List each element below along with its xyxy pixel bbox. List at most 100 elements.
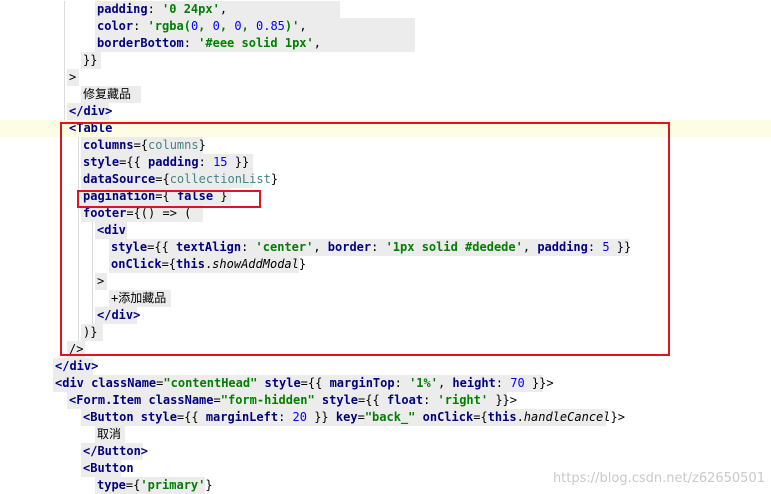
code-line[interactable]: color: 'rgba(0, 0, 0, 0.85)', xyxy=(0,18,771,35)
code-text: <Form.Item className="form-hidden" style… xyxy=(69,392,517,409)
code-token: }}> xyxy=(488,393,517,407)
code-token: style xyxy=(140,410,177,424)
code-token: ={ xyxy=(473,410,488,424)
code-token: "form-hidden" xyxy=(220,393,315,407)
code-token: float xyxy=(386,393,424,407)
code-token: 70 xyxy=(510,376,525,390)
code-token: '0 24px' xyxy=(162,2,220,16)
code-line[interactable]: </Button> xyxy=(0,443,771,460)
code-token: color xyxy=(97,19,134,33)
code-text: </div> xyxy=(55,358,98,375)
code-token: } xyxy=(205,478,213,492)
code-text: color: 'rgba(0, 0, 0, 0.85)', xyxy=(97,18,307,35)
code-text: <Button style={{ marginLeft: 20 }} key="… xyxy=(83,409,625,426)
code-token: borderBottom xyxy=(97,36,184,50)
code-token: </div> xyxy=(55,359,99,373)
code-token: , xyxy=(313,36,321,50)
code-token: padding xyxy=(97,2,148,16)
code-token: </Button> xyxy=(83,444,149,458)
code-token: 0 xyxy=(234,19,242,33)
code-token: className xyxy=(91,376,157,390)
code-token: 0.85 xyxy=(256,19,285,33)
code-token: , xyxy=(198,19,213,33)
code-token: }} xyxy=(83,53,98,67)
code-text: > xyxy=(69,69,76,86)
code-token: 'right' xyxy=(437,393,489,407)
code-text: type={'primary'} xyxy=(97,477,213,494)
code-text: padding: '0 24px', xyxy=(97,1,227,18)
code-token: height xyxy=(452,376,496,390)
code-token: 'rgba( xyxy=(147,19,191,33)
code-token: '#eee solid 1px' xyxy=(198,36,314,50)
code-text: </Button> xyxy=(83,443,148,460)
code-token: <div xyxy=(55,376,92,390)
code-token: 取消 xyxy=(97,427,122,441)
code-token: }> xyxy=(610,410,625,424)
code-line[interactable]: 取消 xyxy=(0,426,771,443)
code-text: }} xyxy=(83,52,97,69)
code-text: 取消 xyxy=(97,426,121,443)
code-line[interactable]: 修复藏品 xyxy=(0,86,771,103)
code-text: </div> xyxy=(69,103,112,120)
code-line[interactable]: borderBottom: '#eee solid 1px', xyxy=(0,35,771,52)
code-token: : xyxy=(423,393,438,407)
code-token: : xyxy=(278,410,293,424)
code-token: </div> xyxy=(69,104,113,118)
code-line[interactable]: > xyxy=(0,69,771,86)
code-token: : xyxy=(495,376,511,390)
code-token: type xyxy=(97,478,126,492)
code-token: , xyxy=(299,19,307,33)
code-token: ={ xyxy=(125,478,141,492)
code-token: marginTop xyxy=(329,376,395,390)
code-text: <div className="contentHead" style={{ ma… xyxy=(55,375,554,392)
code-line[interactable]: }} xyxy=(0,52,771,69)
code-token: : xyxy=(147,2,163,16)
code-token: key xyxy=(335,410,358,424)
code-line[interactable]: <div className="contentHead" style={{ ma… xyxy=(0,375,771,392)
code-text: borderBottom: '#eee solid 1px', xyxy=(97,35,321,52)
code-token: "contentHead" xyxy=(163,376,258,390)
code-text: 修复藏品 xyxy=(83,86,131,103)
code-token: = xyxy=(357,410,365,424)
code-token: : xyxy=(183,36,199,50)
code-text: <Button xyxy=(83,460,134,477)
code-token: . xyxy=(516,410,524,424)
code-line[interactable]: </div> xyxy=(0,358,771,375)
pagination-annotation-box xyxy=(77,190,261,208)
code-token: style xyxy=(321,393,359,407)
code-token: )' xyxy=(284,19,300,33)
code-token: }} xyxy=(306,410,336,424)
code-token: }}> xyxy=(524,376,554,390)
code-token: <Form.Item xyxy=(69,393,149,407)
code-line[interactable]: <Form.Item className="form-hidden" style… xyxy=(0,392,771,409)
code-token: , xyxy=(241,19,256,33)
code-token: this xyxy=(487,410,517,424)
code-token: <Button xyxy=(83,461,134,475)
code-token: 0 xyxy=(212,19,220,33)
code-token: style xyxy=(264,376,301,390)
code-token: 20 xyxy=(292,410,307,424)
code-token: > xyxy=(69,70,77,84)
code-line[interactable]: </div> xyxy=(0,103,771,120)
code-token: handleCancel xyxy=(523,410,611,424)
code-line[interactable]: <Button style={{ marginLeft: 20 }} key="… xyxy=(0,409,771,426)
code-token: onClick xyxy=(422,410,474,424)
code-line[interactable]: padding: '0 24px', xyxy=(0,1,771,18)
watermark-text: https://blog.csdn.net/z62650501 xyxy=(552,471,765,486)
code-token: 'primary' xyxy=(140,478,206,492)
code-token: : xyxy=(394,376,410,390)
code-token: className xyxy=(148,393,214,407)
code-token: <Button xyxy=(83,410,141,424)
code-token: ={{ xyxy=(358,393,387,407)
code-token: , xyxy=(437,376,453,390)
code-token: , xyxy=(219,2,228,16)
code-token: , xyxy=(219,19,235,33)
code-token: "back_" xyxy=(364,410,416,424)
code-token: 修复藏品 xyxy=(83,87,132,101)
code-editor[interactable]: padding: '0 24px', color: 'rgba(0, 0, 0, … xyxy=(0,0,771,494)
code-token: ={{ xyxy=(176,410,206,424)
code-token: '1%' xyxy=(409,376,438,390)
